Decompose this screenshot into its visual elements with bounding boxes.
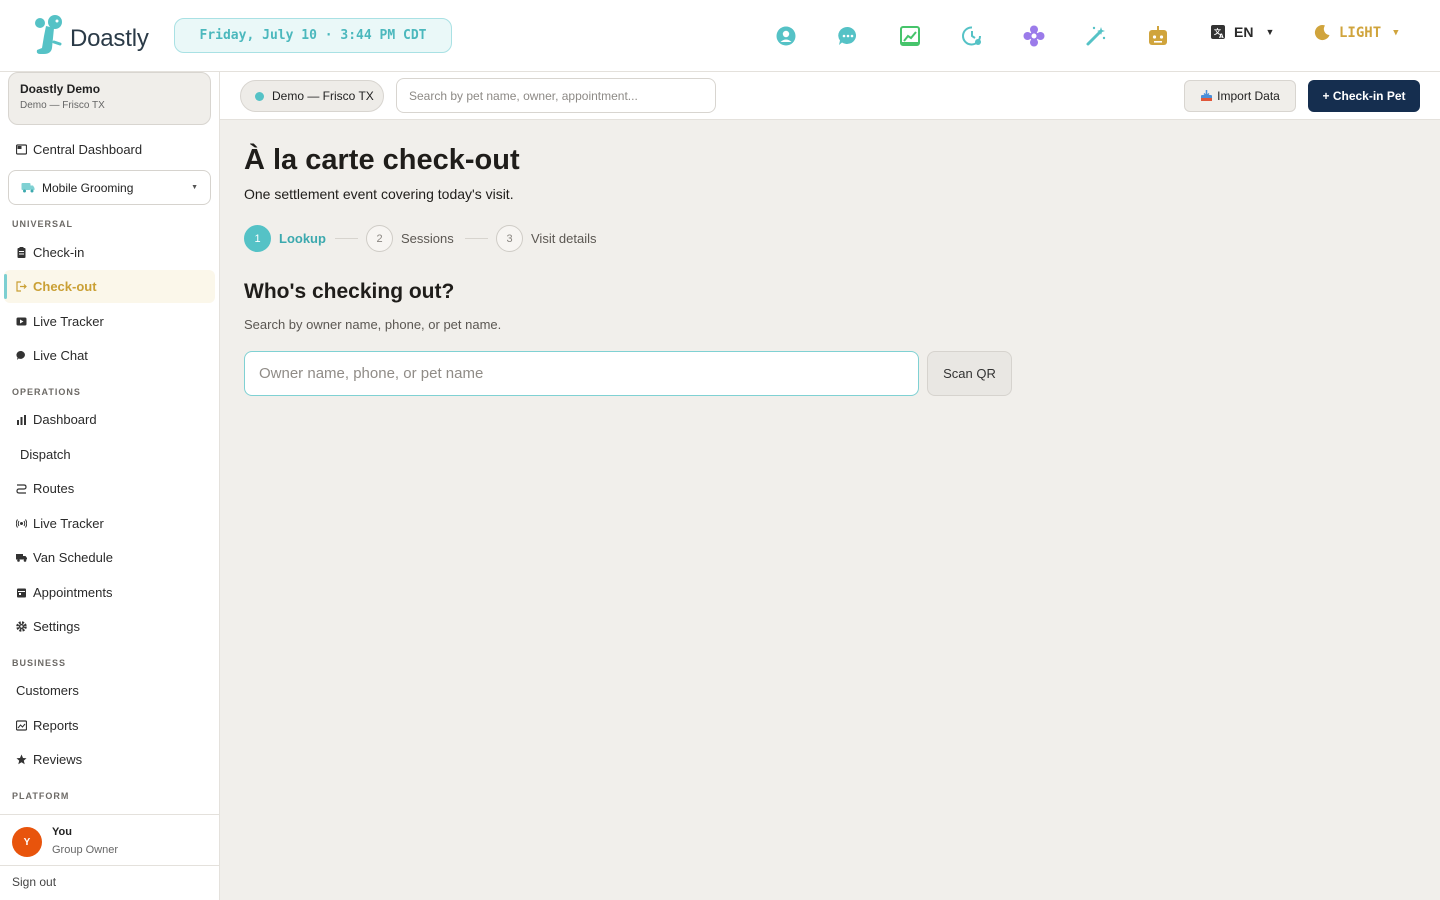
location-label: Demo — Frisco TX: [272, 89, 374, 103]
step-label: Sessions: [401, 231, 454, 246]
page-title: À la carte check-out: [244, 144, 520, 176]
svg-text:A: A: [1219, 33, 1224, 40]
import-data-button[interactable]: Import Data: [1184, 80, 1296, 112]
moon-icon: [1314, 25, 1330, 41]
route-icon: [16, 483, 27, 494]
broadcast-icon: [16, 518, 27, 528]
chevron-down-icon: ▼: [191, 184, 198, 191]
sidebar-item-dispatch[interactable]: Dispatch: [20, 444, 71, 464]
lookup-heading: Who's checking out?: [244, 280, 455, 303]
sidebar-item-reviews[interactable]: Reviews: [16, 749, 82, 769]
step-number: 3: [496, 225, 523, 252]
support-icon[interactable]: [774, 24, 798, 48]
dashboard-icon: [16, 143, 27, 155]
step-number: 2: [366, 225, 393, 252]
lookup-subheading: Search by owner name, phone, or pet name…: [244, 317, 502, 332]
dog-logo-icon: [35, 15, 62, 54]
star-icon: [16, 754, 27, 764]
step-sessions[interactable]: 2 Sessions: [366, 225, 454, 252]
van-icon: [16, 553, 27, 562]
van-icon: [21, 183, 35, 193]
global-search-input[interactable]: Search by pet name, owner, appointment..…: [396, 78, 716, 113]
avatar: Y: [12, 827, 42, 857]
page-subtitle: One settlement event covering today's vi…: [244, 186, 514, 202]
sidebar-item-settings[interactable]: Settings: [16, 616, 80, 636]
module-select[interactable]: Mobile Grooming ▼: [8, 170, 211, 205]
top-bar: Doastly Friday, July 10 · 3:44 PM CDT 文A…: [0, 0, 1440, 72]
step-label: Lookup: [279, 231, 326, 246]
step-number: 1: [244, 225, 271, 252]
clipboard-icon: [17, 246, 26, 258]
sidebar-item-routes[interactable]: Routes: [16, 478, 74, 498]
org-location: Demo — Frisco TX: [20, 100, 105, 111]
image-report-icon: [16, 719, 27, 731]
sidebar-item-live-chat[interactable]: Live Chat: [16, 345, 88, 365]
user-name: You: [52, 826, 72, 838]
exit-icon: [16, 280, 27, 292]
sidebar-item-customers[interactable]: Customers: [16, 680, 79, 700]
sidebar-item-appointments[interactable]: Appointments: [16, 582, 113, 602]
sidebar-item-check-in[interactable]: Check-in: [16, 242, 84, 262]
step-connector: [335, 238, 358, 239]
chevron-down-icon: ▼: [1265, 27, 1275, 37]
chat-icon[interactable]: [836, 24, 860, 48]
section-operations: OPERATIONS: [12, 387, 81, 397]
magic-wand-icon[interactable]: [1084, 24, 1108, 48]
history-icon[interactable]: [960, 24, 984, 48]
user-profile[interactable]: Y You Group Owner: [0, 814, 219, 866]
translate-icon: 文A: [1211, 25, 1225, 40]
calendar-icon: [17, 588, 26, 597]
gear-icon: [16, 620, 27, 632]
language-selector[interactable]: 文A EN ▼: [1210, 24, 1274, 40]
flower-icon[interactable]: [1022, 24, 1046, 48]
step-visit-details[interactable]: 3 Visit details: [496, 225, 597, 252]
logo-text: Doastly: [70, 25, 149, 52]
sidebar-item-live-tracker-ops[interactable]: Live Tracker: [16, 513, 104, 533]
module-label: Mobile Grooming: [42, 180, 134, 195]
theme-selector[interactable]: LIGHT ▼: [1314, 24, 1399, 41]
user-role: Group Owner: [52, 844, 119, 856]
sidebar-item-van-schedule[interactable]: Van Schedule: [16, 547, 113, 567]
org-name: Doastly Demo: [20, 82, 101, 96]
sidebar-item-central-dashboard[interactable]: Central Dashboard: [16, 139, 142, 159]
check-in-pet-button[interactable]: + Check-in Pet: [1308, 80, 1420, 112]
step-connector: [465, 238, 488, 239]
language-label: EN: [1234, 24, 1254, 40]
theme-label: LIGHT: [1339, 24, 1382, 41]
org-switcher[interactable]: Doastly Demo Demo — Frisco TX: [8, 72, 211, 125]
bar-chart-icon: [17, 414, 26, 425]
robot-icon[interactable]: [1146, 24, 1170, 48]
analytics-icon[interactable]: [898, 24, 922, 48]
sidebar-item-reports[interactable]: Reports: [16, 715, 79, 735]
sign-out-link[interactable]: Sign out: [12, 875, 56, 889]
sidebar-item-check-out[interactable]: Check-out: [16, 276, 97, 296]
status-dot: [255, 91, 264, 101]
datetime-chip: Friday, July 10 · 3:44 PM CDT: [174, 18, 452, 53]
step-lookup[interactable]: 1 Lookup: [244, 225, 326, 252]
chat-bubble-icon: [16, 350, 25, 360]
section-platform: PLATFORM: [12, 791, 70, 801]
step-label: Visit details: [531, 231, 597, 246]
logo[interactable]: Doastly: [30, 14, 149, 58]
sub-header: Demo — Frisco TX Search by pet name, own…: [220, 72, 1440, 120]
chevron-down-icon: ▼: [1393, 27, 1399, 38]
import-icon: [1201, 90, 1213, 101]
sidebar-item-live-tracker[interactable]: Live Tracker: [16, 311, 104, 331]
location-chip[interactable]: Demo — Frisco TX: [240, 80, 384, 112]
sidebar-item-dashboard[interactable]: Dashboard: [16, 409, 97, 429]
section-business: BUSINESS: [12, 658, 67, 668]
scan-qr-button[interactable]: Scan QR: [927, 351, 1012, 396]
sidebar: Doastly Demo Demo — Frisco TX Central Da…: [0, 72, 220, 900]
video-icon: [16, 317, 27, 325]
owner-lookup-input[interactable]: Owner name, phone, or pet name: [244, 351, 919, 396]
section-universal: UNIVERSAL: [12, 219, 74, 229]
